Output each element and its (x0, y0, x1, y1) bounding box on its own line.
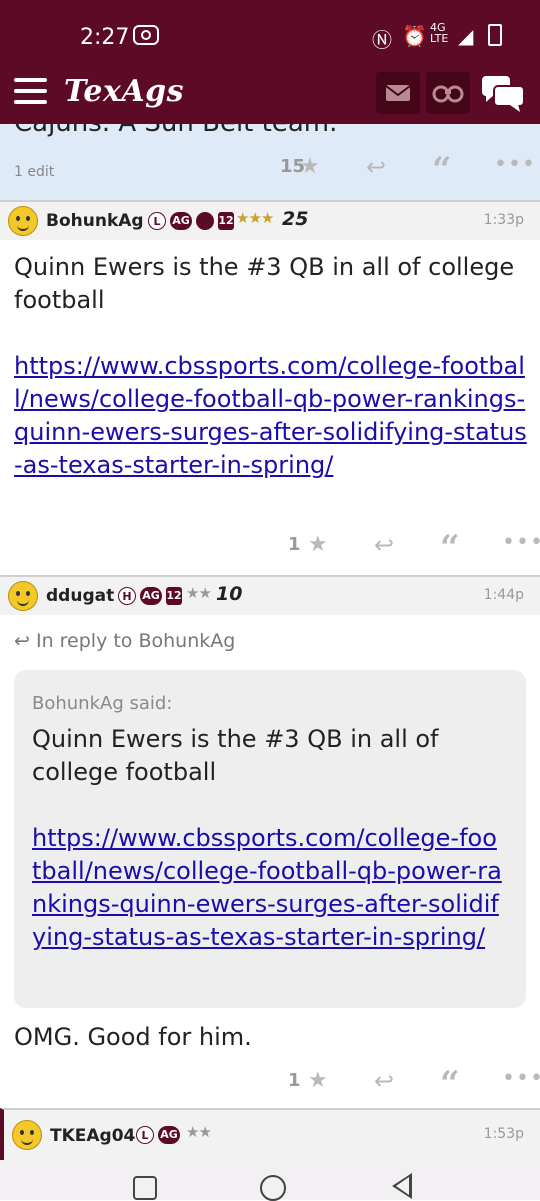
post-actions: 15 ★ ↩ “ ••• (280, 150, 535, 190)
site-logo[interactable]: TexAgs (64, 74, 184, 109)
post-tally: 25 (282, 208, 309, 230)
post-actions: 1 ★ ↩ “ ••• (288, 1064, 540, 1104)
quote-author: BohunkAg said: (32, 693, 173, 714)
team-logo-icon (196, 212, 214, 230)
avatar[interactable] (8, 206, 38, 236)
quote-block: BohunkAg said: Quinn Ewers is the #3 QB … (14, 670, 526, 1008)
more-icon[interactable]: ••• (494, 152, 536, 177)
star-icon[interactable]: ★ (300, 154, 320, 179)
star-count: 1 (288, 1070, 301, 1091)
badge-l: L (136, 1126, 154, 1144)
reply-icon: ↩ (14, 630, 36, 652)
quote-icon[interactable]: “ (440, 528, 460, 568)
recents-button[interactable] (133, 1176, 157, 1200)
more-icon[interactable]: ••• (502, 1066, 540, 1091)
badge-12: 12 (218, 212, 234, 230)
badge-l: L (148, 212, 166, 230)
post-time: 1:44p (483, 587, 524, 603)
quote-body: Quinn Ewers is the #3 QB in all of colle… (32, 723, 502, 954)
post-header: TKEAg04 L AG ★★ 1:53p (0, 1108, 540, 1160)
username[interactable]: BohunkAg (46, 211, 144, 231)
username[interactable]: TKEAg04 (50, 1126, 135, 1146)
status-bar: 2:27 Ⓝ ⏰ 4G LTE ◢ (0, 0, 540, 64)
post-header: ddugat H AG 12 ★★ 10 1:44p (0, 575, 540, 615)
quote-icon[interactable]: “ (432, 150, 452, 190)
post-text: OMG. Good for him. (14, 1023, 252, 1051)
network-label: 4G LTE (430, 21, 449, 45)
post-body: Quinn Ewers is the #3 QB in all of colle… (14, 251, 529, 482)
menu-icon[interactable] (14, 78, 47, 104)
quote-text: Quinn Ewers is the #3 QB in all of colle… (32, 725, 439, 786)
username[interactable]: ddugat (46, 586, 114, 606)
rank-stars: ★★★ (236, 209, 274, 227)
battery-icon (488, 24, 502, 46)
post-actions: 1 ★ ↩ “ ••• (288, 528, 540, 568)
post-header: BohunkAg L AG 12 ★★★ 25 1:33p (0, 200, 540, 240)
star-icon[interactable]: ★ (308, 1068, 328, 1093)
avatar[interactable] (8, 581, 38, 611)
chat-button[interactable] (478, 70, 528, 116)
badge-h: H (118, 587, 136, 605)
post-time: 1:53p (483, 1126, 524, 1142)
post-text: Cajuns. A Sun Belt team. (14, 124, 337, 138)
system-nav-bar (0, 1160, 540, 1201)
signal-icon: ◢ (458, 24, 474, 48)
watch-button[interactable] (426, 72, 470, 114)
badge-ag: AG (170, 212, 192, 230)
messages-button[interactable] (376, 72, 420, 114)
reply-icon[interactable]: ↩ (366, 153, 386, 181)
alarm-icon: ⏰ (402, 24, 427, 48)
post-text: Quinn Ewers is the #3 QB in all of colle… (14, 253, 515, 314)
app-header: TexAgs (0, 64, 540, 124)
edit-note[interactable]: 1 edit (14, 164, 54, 180)
reply-icon[interactable]: ↩ (374, 531, 394, 559)
home-button[interactable] (260, 1175, 286, 1201)
more-icon[interactable]: ••• (502, 530, 540, 555)
screen-record-icon (133, 25, 159, 45)
binoculars-icon (432, 85, 464, 103)
badge-12: 12 (166, 587, 182, 605)
chat-icon (482, 76, 525, 112)
post-tally: 10 (216, 583, 243, 605)
back-button[interactable] (392, 1173, 412, 1199)
reply-icon[interactable]: ↩ (374, 1067, 394, 1095)
badge-ag: AG (140, 587, 162, 605)
post-time: 1:33p (483, 212, 524, 228)
badge-ag: AG (158, 1126, 180, 1144)
post-link[interactable]: https://www.cbssports.com/college-footba… (14, 350, 529, 482)
in-reply-to[interactable]: ↩ In reply to BohunkAg (14, 630, 235, 652)
status-time: 2:27 (80, 25, 130, 50)
mail-icon (385, 85, 411, 101)
post-previous: Cajuns. A Sun Belt team. 1 edit 15 ★ ↩ “… (0, 124, 540, 202)
quote-icon[interactable]: “ (440, 1064, 460, 1104)
avatar[interactable] (12, 1120, 42, 1150)
rank-stars: ★★ (186, 1123, 212, 1141)
quote-link[interactable]: https://www.cbssports.com/college-footba… (32, 822, 502, 954)
rank-stars: ★★ (186, 584, 212, 602)
nfc-icon: Ⓝ (372, 28, 392, 52)
star-count: 1 (288, 534, 301, 555)
star-icon[interactable]: ★ (308, 532, 328, 557)
